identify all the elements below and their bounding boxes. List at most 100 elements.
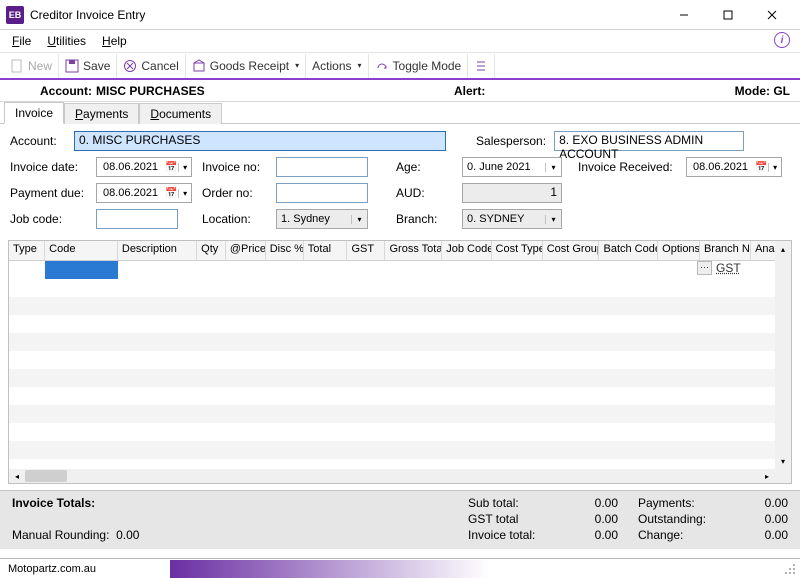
gst-link[interactable]: GST (714, 261, 743, 275)
col-description[interactable]: Description (118, 241, 197, 260)
order-no-input[interactable] (276, 183, 368, 203)
invoice-date-input[interactable]: 08.06.2021📅▾ (96, 157, 192, 177)
totals-panel: Invoice Totals: Sub total:0.00 Payments:… (0, 490, 800, 549)
job-code-input[interactable] (96, 209, 178, 229)
chevron-down-icon: ▾ (545, 215, 561, 224)
app-badge: EB (6, 6, 24, 24)
scroll-down-icon[interactable]: ▾ (775, 453, 791, 469)
tab-invoice[interactable]: Invoice (4, 102, 64, 124)
manual-rounding-value: 0.00 (116, 528, 139, 542)
aud-input: 1 (462, 183, 562, 203)
toggle-mode-button[interactable]: Toggle Mode (369, 54, 469, 78)
payment-due-input[interactable]: 08.06.2021📅▾ (96, 183, 192, 203)
horizontal-scrollbar[interactable]: ◂▸ (9, 469, 775, 483)
new-icon (10, 59, 24, 73)
chevron-down-icon: ▾ (768, 163, 781, 172)
change-label: Change: (638, 528, 742, 542)
col-options[interactable]: Options (658, 241, 700, 260)
menu-utilities[interactable]: Utilities (41, 32, 92, 50)
col-batch-code[interactable]: Batch Code (599, 241, 658, 260)
col-qty[interactable]: Qty (197, 241, 226, 260)
scroll-thumb[interactable] (25, 470, 67, 482)
gst-total-value: 0.00 (572, 512, 618, 526)
age-label: Age: (396, 160, 454, 174)
branch-label: Branch: (396, 212, 454, 226)
grid-body[interactable]: ⋯ GST (9, 261, 791, 471)
list-icon (474, 59, 488, 73)
grid-row[interactable] (9, 261, 791, 279)
col-cost-type[interactable]: Cost Type (492, 241, 543, 260)
options-button[interactable]: ⋯ (697, 261, 712, 275)
save-button[interactable]: Save (59, 54, 117, 78)
chevron-down-icon: ▾ (358, 61, 362, 70)
age-select[interactable]: 0. June 2021▾ (462, 157, 562, 177)
calendar-icon: 📅 (754, 162, 768, 173)
maximize-button[interactable] (706, 1, 750, 29)
list-button[interactable] (468, 54, 495, 78)
account-field-label: Account: (10, 134, 66, 148)
goods-icon (192, 59, 206, 73)
menu-file[interactable]: File (6, 32, 37, 50)
col-type[interactable]: Type (9, 241, 45, 260)
job-code-label: Job code: (10, 212, 88, 226)
scroll-left-icon[interactable]: ◂ (9, 469, 25, 483)
minimize-button[interactable] (662, 1, 706, 29)
info-strip: Account: MISC PURCHASES Alert: Mode: GL (0, 80, 800, 102)
status-bar: Motopartz.com.au (0, 558, 800, 578)
invoice-received-input[interactable]: 08.06.2021📅▾ (686, 157, 782, 177)
payments-label: Payments: (638, 496, 742, 510)
toolbar: New Save Cancel Goods Receipt▾ Actions▾ … (0, 52, 800, 80)
chevron-down-icon: ▾ (178, 163, 191, 172)
col-gst[interactable]: GST (347, 241, 385, 260)
goods-receipt-button[interactable]: Goods Receipt▾ (186, 54, 306, 78)
invoice-total-value: 0.00 (572, 528, 618, 542)
salesperson-input[interactable]: 8. EXO BUSINESS ADMIN ACCOUNT (554, 131, 744, 151)
mode-value: GL (773, 84, 790, 98)
resize-grip-icon[interactable] (782, 561, 798, 577)
close-button[interactable] (750, 1, 794, 29)
branch-select[interactable]: 0. SYDNEY▾ (462, 209, 562, 229)
info-icon[interactable]: i (774, 32, 790, 48)
tab-documents[interactable]: Documents (139, 103, 222, 124)
col-disc[interactable]: Disc % (266, 241, 304, 260)
manual-rounding-label: Manual Rounding: (12, 528, 109, 542)
menu-help[interactable]: Help (96, 32, 133, 50)
payments-value: 0.00 (742, 496, 788, 510)
active-cell[interactable] (45, 261, 118, 279)
invoice-totals-label: Invoice Totals: (12, 496, 95, 510)
invoice-date-label: Invoice date: (10, 160, 88, 174)
account-value: MISC PURCHASES (96, 84, 205, 98)
sub-total-value: 0.00 (572, 496, 618, 510)
invoice-no-label: Invoice no: (202, 160, 268, 174)
col-gross-total[interactable]: Gross Total (385, 241, 442, 260)
invoice-no-input[interactable] (276, 157, 368, 177)
tab-payments[interactable]: Payments (64, 103, 139, 124)
col-total[interactable]: Total (304, 241, 348, 260)
vertical-scrollbar[interactable]: ▴▾ (775, 241, 791, 469)
col-code[interactable]: Code (45, 241, 118, 260)
line-items-grid[interactable]: Type Code Description Qty @Price Disc % … (8, 240, 792, 484)
scroll-up-icon[interactable]: ▴ (775, 241, 791, 257)
form-area: Account: 0. MISC PURCHASES Salesperson: … (0, 124, 800, 238)
col-branch-no[interactable]: Branch No (700, 241, 751, 260)
col-price[interactable]: @Price (226, 241, 266, 260)
status-gradient (170, 560, 490, 578)
grid-header: Type Code Description Qty @Price Disc % … (9, 241, 791, 261)
col-cost-group[interactable]: Cost Group (543, 241, 600, 260)
chevron-down-icon: ▾ (295, 61, 299, 70)
col-job-code[interactable]: Job Code (442, 241, 491, 260)
title-bar: EB Creditor Invoice Entry (0, 0, 800, 30)
calendar-icon: 📅 (164, 188, 178, 199)
order-no-label: Order no: (202, 186, 268, 200)
actions-button[interactable]: Actions▾ (306, 54, 368, 78)
outstanding-label: Outstanding: (638, 512, 742, 526)
new-button[interactable]: New (4, 54, 59, 78)
location-select[interactable]: 1. Sydney▾ (276, 209, 368, 229)
cancel-button[interactable]: Cancel (117, 54, 185, 78)
account-input[interactable]: 0. MISC PURCHASES (74, 131, 446, 151)
mode-label: Mode: (735, 84, 770, 98)
scroll-right-icon[interactable]: ▸ (759, 469, 775, 483)
toggle-icon (375, 59, 389, 73)
cancel-icon (123, 59, 137, 73)
payment-due-label: Payment due: (10, 186, 88, 200)
